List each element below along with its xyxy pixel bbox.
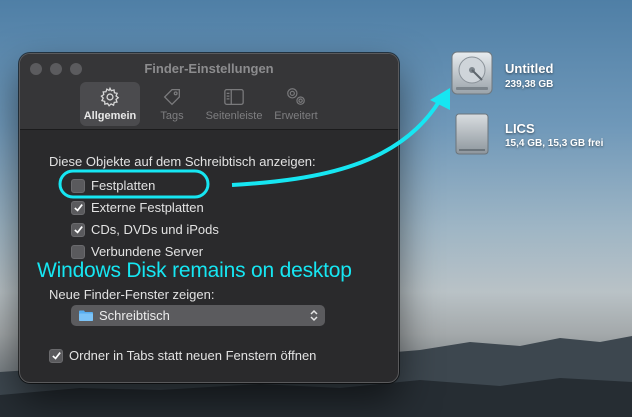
option-label: CDs, DVDs und iPods (91, 222, 219, 237)
annotation-text: Windows Disk remains on desktop (37, 259, 352, 282)
settings-toolbar: Allgemein Tags Seitenleiste Erweitert (80, 82, 326, 126)
desktop-item-untitled[interactable]: Untitled 239,38 GB (448, 50, 628, 100)
desktop-item-name: Untitled (505, 61, 554, 76)
option-label: Festplatten (91, 178, 156, 193)
select-value: Schreibtisch (99, 308, 170, 323)
external-disk-icon (455, 113, 489, 155)
festplatten-checkbox[interactable] (71, 178, 85, 193)
option-label: Externe Festplatten (91, 200, 204, 215)
window-title: Finder-Einstellungen (144, 61, 274, 76)
desktop-item-lics[interactable]: LICS 15,4 GB, 15,3 GB frei (448, 111, 630, 161)
tab-erweitert[interactable]: Erweitert (266, 82, 326, 126)
new-window-select[interactable]: Schreibtisch (71, 305, 325, 326)
option-verbundene-server[interactable]: Verbundene Server (71, 244, 203, 259)
tab-label: Tags (160, 110, 184, 122)
general-settings-pane: Diese Objekte auf dem Schreibtisch anzei… (20, 130, 398, 382)
checkmark-icon (73, 204, 83, 212)
tab-tags[interactable]: Tags (142, 82, 202, 126)
option-cds-dvds-ipods[interactable]: CDs, DVDs und iPods (71, 222, 219, 237)
cds-dvds-ipods-checkbox[interactable] (71, 222, 85, 237)
tab-label: Allgemein (83, 110, 137, 122)
desktop-items-label: Diese Objekte auf dem Schreibtisch anzei… (49, 154, 316, 169)
verbundene-server-checkbox[interactable] (71, 244, 85, 259)
tab-label: Seitenleiste (205, 110, 263, 122)
tab-allgemein[interactable]: Allgemein (80, 82, 140, 126)
option-ordner-in-tabs[interactable]: Ordner in Tabs statt neuen Fenstern öffn… (49, 348, 316, 363)
gears-icon (287, 88, 305, 105)
folder-icon (79, 310, 93, 321)
title-bar: Finder-Einstellungen Allgemein Tags Seit… (20, 54, 398, 130)
finder-settings-window: Finder-Einstellungen Allgemein Tags Seit… (19, 53, 399, 383)
externe-festplatten-checkbox[interactable] (71, 200, 85, 215)
checkmark-icon (73, 226, 83, 234)
ordner-in-tabs-checkbox[interactable] (49, 348, 63, 363)
internal-disk-icon (451, 51, 493, 95)
tab-seitenleiste[interactable]: Seitenleiste (204, 82, 264, 126)
gear-icon (100, 86, 120, 107)
chevron-updown-icon (310, 309, 318, 322)
option-label: Verbundene Server (91, 244, 204, 259)
option-label: Ordner in Tabs statt neuen Fenstern öffn… (69, 348, 317, 363)
desktop-item-name: LICS (505, 121, 535, 136)
option-externe-festplatten[interactable]: Externe Festplatten (71, 200, 204, 215)
desktop-item-detail: 239,38 GB (505, 79, 554, 90)
new-window-label: Neue Finder-Fenster zeigen: (49, 287, 215, 302)
sidebar-icon (224, 89, 244, 105)
checkmark-icon (51, 352, 61, 360)
desktop-item-detail: 15,4 GB, 15,3 GB frei (505, 138, 604, 149)
tag-icon (163, 89, 180, 106)
tab-label: Erweitert (274, 110, 318, 122)
option-festplatten[interactable]: Festplatten (71, 178, 155, 193)
